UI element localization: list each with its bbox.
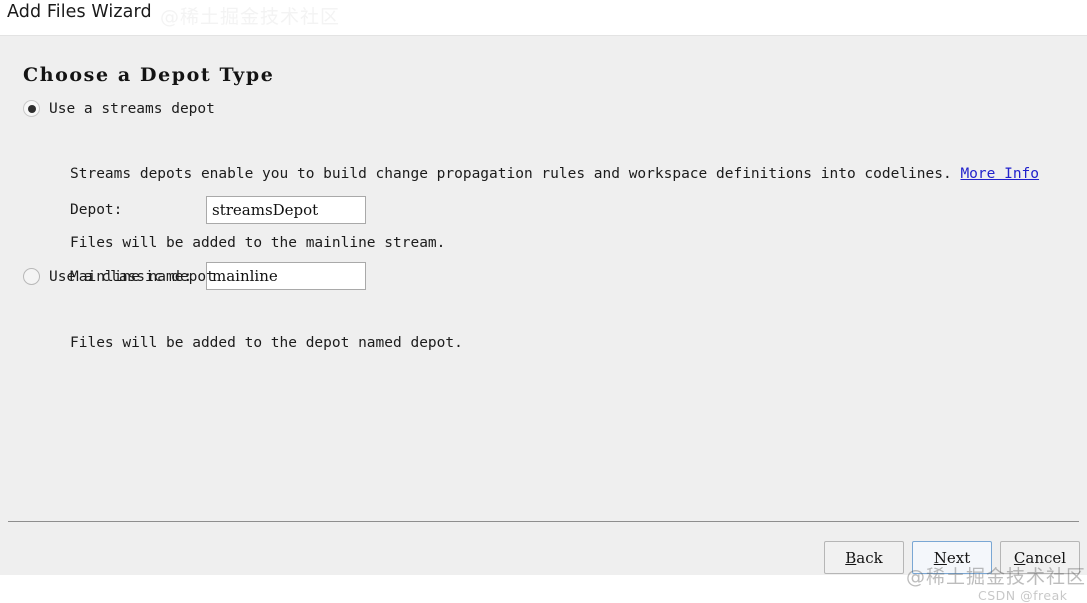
back-button-mnemonic: B [845,548,857,567]
radio-option-classic-depot[interactable]: Use a classic depot [23,268,215,285]
add-files-wizard-window: Add Files Wizard @稀土掘金技术社区 Choose a Depo… [0,0,1087,603]
depot-field-label: Depot: [70,202,123,218]
classic-depot-note: Files will be added to the depot named d… [70,335,463,351]
back-button[interactable]: Back [824,541,904,574]
wizard-button-bar: Back Next Cancel [824,541,1080,575]
footer-separator [8,521,1079,522]
cancel-button-mnemonic: C [1013,548,1026,567]
page-title: Choose a Depot Type [23,64,275,86]
title-bar: Add Files Wizard [0,0,1087,35]
wizard-content-panel: Choose a Depot Type Use a streams depot … [0,35,1087,603]
radio-option-classic-depot-label: Use a classic depot [49,268,215,285]
watermark-csdn: CSDN @freak [978,588,1068,603]
radio-button-streams-depot-icon[interactable] [23,100,40,117]
radio-option-streams-depot-label: Use a streams depot [49,100,215,117]
next-button-label-rest: ext [946,548,971,567]
cancel-button-label-rest: ancel [1025,548,1067,567]
streams-depot-description-text: Streams depots enable you to build chang… [70,166,952,182]
next-button-mnemonic: N [933,548,947,567]
window-title: Add Files Wizard [7,2,152,22]
back-button-label-rest: ack [856,548,883,567]
cancel-button[interactable]: Cancel [1000,541,1080,574]
mainline-name-input[interactable] [206,262,366,290]
more-info-link[interactable]: More Info [960,166,1039,182]
streams-depot-note: Files will be added to the mainline stre… [70,235,446,251]
streams-depot-description: Streams depots enable you to build chang… [70,167,1039,182]
next-button[interactable]: Next [912,541,992,574]
depot-input[interactable] [206,196,366,224]
radio-button-classic-depot-icon[interactable] [23,268,40,285]
radio-option-streams-depot[interactable]: Use a streams depot [23,100,215,117]
